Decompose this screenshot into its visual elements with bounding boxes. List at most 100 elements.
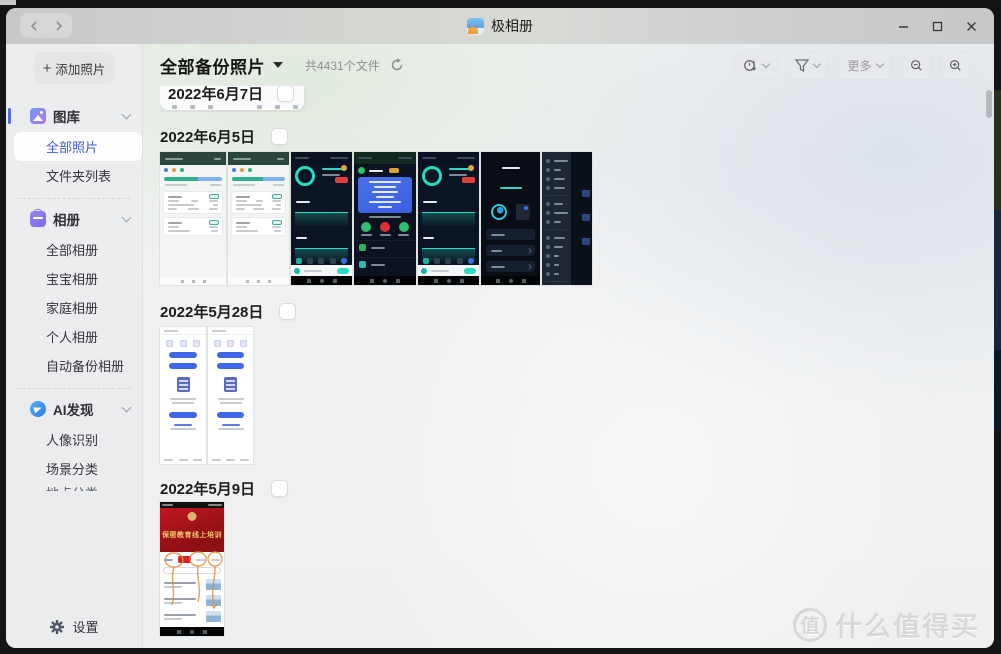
thumbnail-graphic xyxy=(272,200,281,202)
thumbnail-graphic xyxy=(277,158,284,160)
sort-button[interactable] xyxy=(735,52,777,79)
sidebar-item[interactable]: 地点分类 xyxy=(6,483,142,491)
thumbnail-graphic xyxy=(272,220,282,225)
thumbnail-graphic xyxy=(213,204,218,206)
file-count: 共4431个文件 xyxy=(305,57,380,74)
sidebar-item[interactable]: 文件夹列表 xyxy=(6,161,142,190)
sidebar-item[interactable]: 家庭相册 xyxy=(6,293,142,322)
date-select-checkbox[interactable] xyxy=(279,303,296,320)
thumbnail-graphic xyxy=(180,340,187,347)
photo-thumbnail[interactable] xyxy=(160,152,226,285)
desktop-background: 极相册 + 添加照片 图库全部照片文件夹列表相册全部相册 xyxy=(0,0,1001,654)
thumbnail-graphic xyxy=(486,245,535,256)
thumbnail-graphic xyxy=(193,459,202,461)
thumbnail-graphic xyxy=(423,258,429,264)
background-fragment xyxy=(0,0,16,5)
thumbnail-graphic xyxy=(172,402,194,404)
date-label: 2022年6月5日 xyxy=(160,126,255,147)
sidebar-section-header[interactable]: AI发现 xyxy=(6,397,142,421)
thumbnail-graphic xyxy=(571,152,592,285)
thumbnail-graphic xyxy=(163,613,197,621)
back-button[interactable] xyxy=(22,15,45,36)
thumbnail-graphic xyxy=(180,168,184,172)
thumbnail-graphic xyxy=(542,174,571,183)
gear-icon xyxy=(49,619,65,635)
photo-thumbnail[interactable]: 保密教育线上培训 xyxy=(160,502,224,636)
date-select-checkbox[interactable] xyxy=(271,128,288,145)
thumbnail-graphic xyxy=(294,268,300,274)
thumbnail-graphic xyxy=(169,363,198,369)
sidebar-item-label: 地点分类 xyxy=(46,483,98,491)
thumbnail-graphic xyxy=(491,204,507,220)
thumbnail-graphic xyxy=(232,192,285,213)
thumbnail-graphic xyxy=(516,204,530,220)
sidebar-item[interactable]: 人像识别 xyxy=(6,425,142,454)
thumbnail-graphic xyxy=(491,234,505,236)
thumbnail-graphic xyxy=(354,222,416,237)
sidebar-item[interactable]: 自动备份相册 xyxy=(6,351,142,380)
thumbnail-graphic xyxy=(224,377,237,392)
sidebar-item[interactable]: 场景分类 xyxy=(6,454,142,483)
thumbnail-graphic xyxy=(211,559,220,561)
thumbnail-graphic xyxy=(208,397,253,405)
maximize-button[interactable] xyxy=(924,14,950,38)
thumbnail-graphic xyxy=(496,279,500,283)
zoom-in-button[interactable] xyxy=(941,52,970,79)
ai-icon xyxy=(30,401,46,417)
sidebar-section-header[interactable]: 图库 xyxy=(6,104,142,128)
thumbnail-graphic xyxy=(208,458,253,462)
thumbnail-graphic xyxy=(546,220,550,224)
sidebar-item[interactable]: 全部照片 xyxy=(14,132,142,161)
refresh-icon[interactable] xyxy=(390,58,404,72)
view-dropdown-icon[interactable] xyxy=(273,62,283,68)
zoom-out-button[interactable] xyxy=(902,52,931,79)
filter-button[interactable] xyxy=(787,52,828,79)
thumbnail-graphic xyxy=(295,212,348,226)
sidebar-item[interactable]: 全部相册 xyxy=(6,235,142,264)
sidebar-item[interactable]: 宝宝相册 xyxy=(6,264,142,293)
thumbnail-graphic xyxy=(217,412,245,418)
thumbnail-graphic xyxy=(160,397,206,405)
more-button[interactable]: 更多 xyxy=(838,52,892,79)
date-select-checkbox[interactable] xyxy=(277,86,294,102)
zoom-in-icon xyxy=(949,58,962,73)
thumbnail-graphic xyxy=(178,556,192,563)
photo-thumbnail[interactable] xyxy=(208,327,253,464)
add-photos-button[interactable]: + 添加照片 xyxy=(35,53,113,83)
title-bar[interactable]: 极相册 xyxy=(6,8,994,44)
photo-thumbnail[interactable] xyxy=(354,152,416,285)
thumbnail-graphic xyxy=(160,277,226,285)
chevron-left-icon xyxy=(30,21,38,31)
thumbnail-graphic xyxy=(546,195,567,196)
photo-scroll-area[interactable]: 2022年6月7日 2022年6月5日2022年5月28日2022年5月9日保密… xyxy=(143,86,994,648)
photo-thumbnail[interactable] xyxy=(291,152,352,285)
sidebar-item-label: 场景分类 xyxy=(46,459,98,478)
scrollbar-thumb[interactable] xyxy=(986,90,992,118)
photo-thumbnail[interactable] xyxy=(481,152,540,285)
sidebar-section-header[interactable]: 相册 xyxy=(6,207,142,231)
thumbnail-graphic xyxy=(188,208,199,210)
thumbnail-graphic xyxy=(164,459,173,461)
settings-button[interactable]: 设置 xyxy=(6,617,142,636)
thumbnail-graphic xyxy=(481,177,540,197)
date-select-checkbox[interactable] xyxy=(271,480,288,497)
forward-button[interactable] xyxy=(47,15,70,36)
thumbnail-graphic xyxy=(218,398,244,400)
thumbnail-graphic xyxy=(179,459,188,461)
sidebar-nav: 图库全部照片文件夹列表相册全部相册宝宝相册家庭相册个人相册自动备份相册 AI发现人… xyxy=(6,99,142,567)
photo-thumbnail[interactable] xyxy=(418,152,479,285)
thumbnail-graphic xyxy=(164,218,222,235)
thumbnail-graphic xyxy=(160,423,206,431)
thumbnail-graphic xyxy=(307,279,311,283)
thumbnail-graphic xyxy=(526,264,532,270)
chevron-down-icon xyxy=(122,213,132,223)
thumbnail-graphic xyxy=(240,340,247,347)
sidebar-item[interactable]: 个人相册 xyxy=(6,322,142,351)
photo-thumbnail[interactable] xyxy=(228,152,289,285)
photo-thumbnail[interactable] xyxy=(542,152,592,285)
thumbnail-graphic xyxy=(228,183,289,187)
photo-thumbnail[interactable] xyxy=(160,327,206,464)
sidebar-section-label: 图库 xyxy=(53,106,80,126)
close-button[interactable] xyxy=(958,14,984,38)
minimize-button[interactable] xyxy=(890,14,916,38)
